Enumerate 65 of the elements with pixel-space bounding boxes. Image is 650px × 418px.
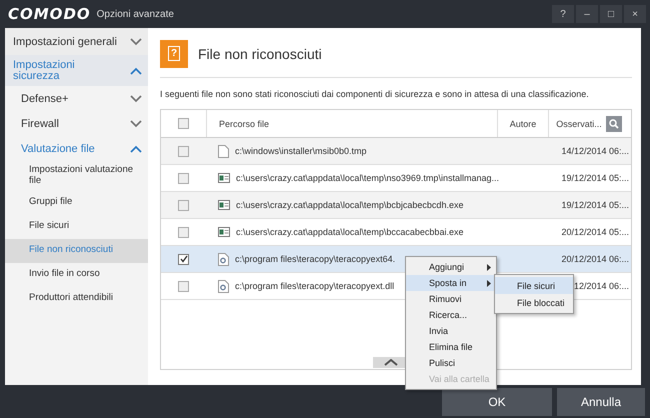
date-cell: 19/12/2014 05:... bbox=[561, 200, 629, 210]
cancel-button[interactable]: Annulla bbox=[557, 388, 645, 416]
file-path: c:\program files\teracopy\teracopyext.dll bbox=[235, 281, 394, 291]
menu-item[interactable]: Sposta in bbox=[406, 275, 496, 291]
menu-item[interactable]: Invia bbox=[406, 323, 496, 339]
chevron-icon bbox=[130, 144, 142, 152]
column-header[interactable]: Autore bbox=[497, 110, 549, 137]
sidebar-item[interactable]: Impostazioni valutazione file bbox=[5, 161, 148, 191]
column-header[interactable]: Osservati... bbox=[556, 118, 602, 128]
row-checkbox[interactable] bbox=[178, 172, 189, 184]
menu-item[interactable]: Elimina file bbox=[406, 339, 496, 355]
program-window-icon bbox=[218, 227, 230, 237]
file-path: c:\windows\installer\msib0b0.tmp bbox=[235, 146, 367, 156]
unknown-file-icon: ? bbox=[160, 40, 188, 68]
ok-button[interactable]: OK bbox=[442, 388, 552, 416]
date-cell: 20/12/2014 06:... bbox=[561, 254, 629, 264]
sidebar-item[interactable]: Produttori attendibili bbox=[5, 286, 148, 311]
sidebar-item[interactable]: Gruppi file bbox=[5, 190, 148, 215]
description-text: I seguenti file non sono stati riconosciuti dai componenti di sicurezza e sono in attesa di una classificazione. bbox=[160, 89, 590, 99]
file-path: c:\users\crazy.cat\appdata\local\temp\bcbjcabecbcdh.exe bbox=[236, 200, 464, 210]
select-all-checkbox[interactable] bbox=[178, 118, 189, 129]
menu-item[interactable]: File sicuri bbox=[495, 277, 573, 294]
sidebar-item[interactable]: Valutazione file bbox=[5, 136, 148, 161]
gear-file-icon bbox=[218, 252, 229, 266]
window-title: Opzioni avanzate bbox=[96, 8, 174, 20]
program-window-icon bbox=[218, 200, 230, 210]
chevron-icon bbox=[130, 66, 142, 74]
date-cell: 12/2014 06:... bbox=[574, 281, 629, 291]
chevron-icon bbox=[130, 94, 142, 102]
chevron-icon bbox=[130, 120, 142, 128]
date-cell: 19/12/2014 05:... bbox=[561, 173, 629, 183]
date-cell: 20/12/2014 05:... bbox=[561, 227, 629, 237]
gear-file-icon bbox=[218, 280, 229, 292]
row-checkbox[interactable] bbox=[178, 226, 189, 238]
close-button[interactable]: × bbox=[624, 5, 646, 23]
file-path: c:\users\crazy.cat\appdata\local\temp\nso3969.tmp\installmanag... bbox=[236, 173, 499, 183]
minimize-button[interactable]: – bbox=[576, 5, 598, 23]
table-row[interactable]: c:\users\crazy.cat\appdata\local\temp\bcbjcabecbcdh.exe 19/12/2014 05:... bbox=[161, 192, 631, 219]
help-button[interactable]: ? bbox=[552, 5, 574, 23]
document-icon bbox=[218, 144, 229, 158]
sidebar-item[interactable]: File sicuri bbox=[5, 214, 148, 239]
row-checkbox[interactable] bbox=[178, 200, 189, 210]
program-window-icon bbox=[218, 173, 230, 183]
sidebar-item[interactable]: Invio file in corso bbox=[5, 262, 148, 287]
chevron-icon bbox=[130, 38, 142, 46]
column-header[interactable]: Percorso file bbox=[207, 110, 497, 137]
sidebar-item[interactable]: Defense+ bbox=[5, 86, 148, 111]
date-cell: 14/12/2014 06:... bbox=[561, 146, 629, 156]
maximize-button[interactable]: □ bbox=[600, 5, 622, 23]
sidebar-item[interactable]: Firewall bbox=[5, 111, 148, 136]
sidebar-item[interactable]: Impostazioni generali bbox=[5, 28, 148, 55]
menu-item[interactable]: Pulisci bbox=[406, 355, 496, 371]
page-title: File non riconosciuti bbox=[198, 46, 322, 62]
search-icon[interactable] bbox=[606, 116, 622, 132]
file-path: c:\users\crazy.cat\appdata\local\temp\bccacabecbbai.exe bbox=[236, 227, 464, 237]
row-checkbox[interactable] bbox=[178, 254, 189, 264]
menu-item[interactable]: Ricerca... bbox=[406, 307, 496, 323]
row-checkbox[interactable] bbox=[178, 280, 189, 292]
table-row[interactable]: c:\windows\installer\msib0b0.tmp 14/12/2014 06:... bbox=[161, 138, 631, 165]
chevron-up-icon bbox=[384, 359, 398, 366]
menu-item[interactable]: Aggiungi bbox=[406, 259, 496, 275]
file-path: c:\program files\teracopy\teracopyext64. bbox=[235, 254, 396, 264]
brand-logo: COMODO bbox=[8, 5, 91, 23]
row-checkbox[interactable] bbox=[178, 146, 189, 156]
sidebar-item[interactable]: Impostazioni sicurezza bbox=[5, 55, 148, 86]
